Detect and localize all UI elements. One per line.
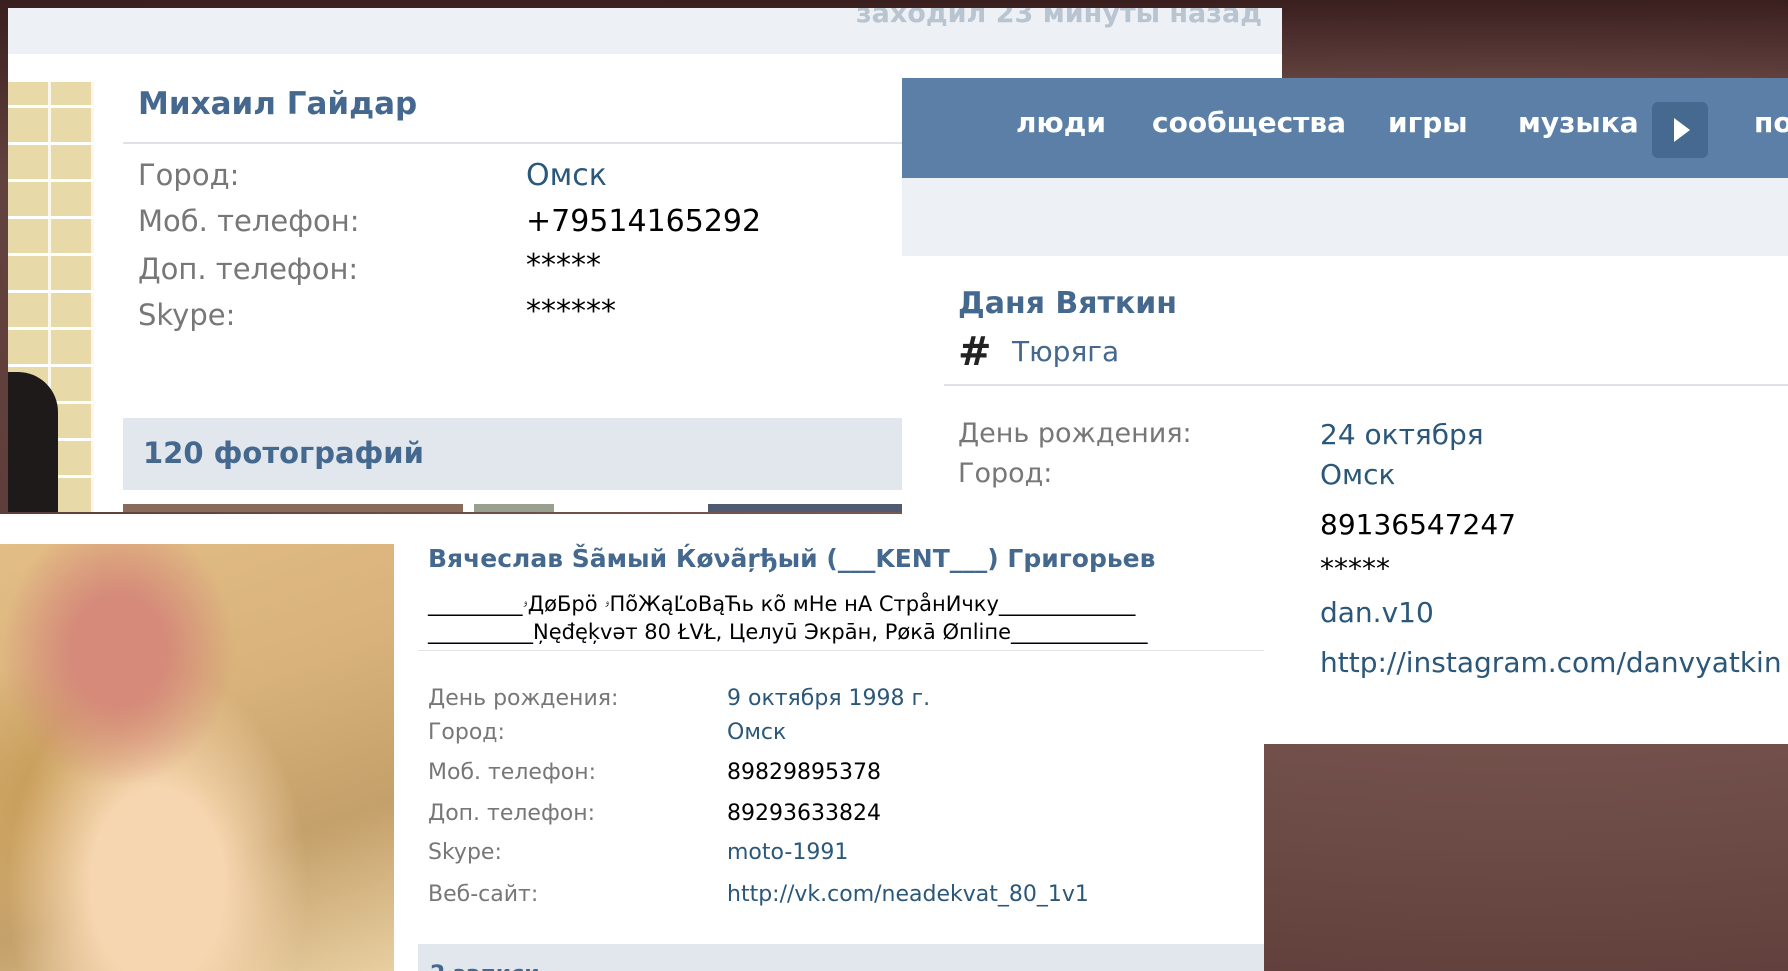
info-value-birthday[interactable]: 24 октября bbox=[1320, 418, 1484, 451]
info-value-extra-phone: ***** bbox=[1320, 552, 1390, 585]
info-value-skype[interactable]: dan.v10 bbox=[1320, 596, 1434, 629]
info-value-birthday[interactable]: 9 октября 1998 г. bbox=[727, 686, 930, 711]
info-value-extra-phone: ***** bbox=[526, 248, 601, 283]
nav-communities[interactable]: сообщества bbox=[1152, 106, 1346, 139]
divider bbox=[944, 384, 1788, 386]
info-value-skype[interactable]: moto-1991 bbox=[727, 840, 848, 865]
profile-name: Даня Вяткин bbox=[958, 286, 1178, 321]
profile-card-vyacheslav: Вячеслав Šãмый Ќøνãŗђый (___KENT___) Гри… bbox=[0, 514, 1264, 971]
info-label-city: Город: bbox=[428, 720, 505, 745]
info-label-mobile: Моб. телефон: bbox=[138, 204, 360, 238]
info-value-city[interactable]: Омск bbox=[526, 158, 607, 193]
info-label-city: Город: bbox=[138, 158, 240, 192]
profile-name: Михаил Гайдар bbox=[138, 86, 418, 122]
photos-count[interactable]: 120 фотографий bbox=[143, 436, 424, 470]
profile-status-line-1[interactable]: _________ۥДøБрö ۥПõЖąĽoВąЋь кõ мНе нА Ст… bbox=[428, 592, 1135, 617]
divider bbox=[418, 650, 1264, 651]
info-label-skype: Skype: bbox=[428, 840, 502, 865]
sub-header-strip bbox=[902, 178, 1788, 256]
hash-icon: # bbox=[958, 329, 992, 375]
person-silhouette bbox=[8, 372, 58, 512]
info-value-mobile: +79514165292 bbox=[526, 204, 762, 239]
info-label-skype: Skype: bbox=[138, 298, 236, 332]
photo-thumbnail[interactable] bbox=[708, 504, 908, 512]
wall-section-header[interactable]: 2 записи bbox=[418, 944, 1264, 971]
top-navigation: люди сообщества игры музыка по bbox=[902, 78, 1788, 178]
info-value-mobile: 89829895378 bbox=[727, 760, 881, 785]
profile-status-line-2[interactable]: __________Ņęđęķvəт 80 ŁVŁ, Целуū Экрāн, … bbox=[428, 620, 1148, 644]
info-value-extra-phone: 89293633824 bbox=[727, 801, 881, 826]
info-label-website: Веб-сайт: bbox=[428, 882, 539, 907]
info-label-birthday: День рождения: bbox=[958, 418, 1192, 449]
photo-thumbnail[interactable] bbox=[474, 504, 554, 512]
info-value-phone: 89136547247 bbox=[1320, 508, 1516, 541]
profile-photo[interactable] bbox=[0, 544, 394, 971]
info-value-website[interactable]: http://vk.com/neadekvat_80_1v1 bbox=[727, 882, 1089, 907]
photo-thumbnail[interactable] bbox=[123, 504, 463, 512]
nav-games[interactable]: игры bbox=[1388, 106, 1468, 139]
nav-music[interactable]: музыка bbox=[1518, 106, 1639, 139]
wall-posts-count[interactable]: 2 записи bbox=[430, 962, 540, 971]
info-value-skype: ****** bbox=[526, 294, 616, 329]
nav-more[interactable]: по bbox=[1754, 106, 1788, 139]
profile-status[interactable]: Тюряга bbox=[1012, 335, 1119, 368]
info-label-city: Город: bbox=[958, 458, 1053, 489]
profile-name: Вячеслав Šãмый Ќøνãŗђый (___KENT___) Гри… bbox=[428, 544, 1156, 573]
nav-people[interactable]: люди bbox=[1016, 106, 1106, 139]
info-label-mobile: Моб. телефон: bbox=[428, 760, 597, 785]
profile-header-strip: заходил 23 минуты назад bbox=[8, 8, 1282, 54]
last-seen-text: заходил 23 минуты назад bbox=[855, 8, 1262, 29]
play-arrow-icon[interactable] bbox=[1652, 102, 1708, 158]
info-value-city[interactable]: Омск bbox=[727, 720, 786, 745]
info-label-birthday: День рождения: bbox=[428, 686, 619, 711]
info-value-website[interactable]: http://instagram.com/danvyatkin bbox=[1320, 646, 1782, 679]
info-label-extra-phone: Доп. телефон: bbox=[428, 801, 596, 826]
info-label-extra-phone: Доп. телефон: bbox=[138, 252, 359, 286]
info-value-city[interactable]: Омск bbox=[1320, 458, 1395, 491]
profile-photo[interactable] bbox=[8, 82, 94, 512]
